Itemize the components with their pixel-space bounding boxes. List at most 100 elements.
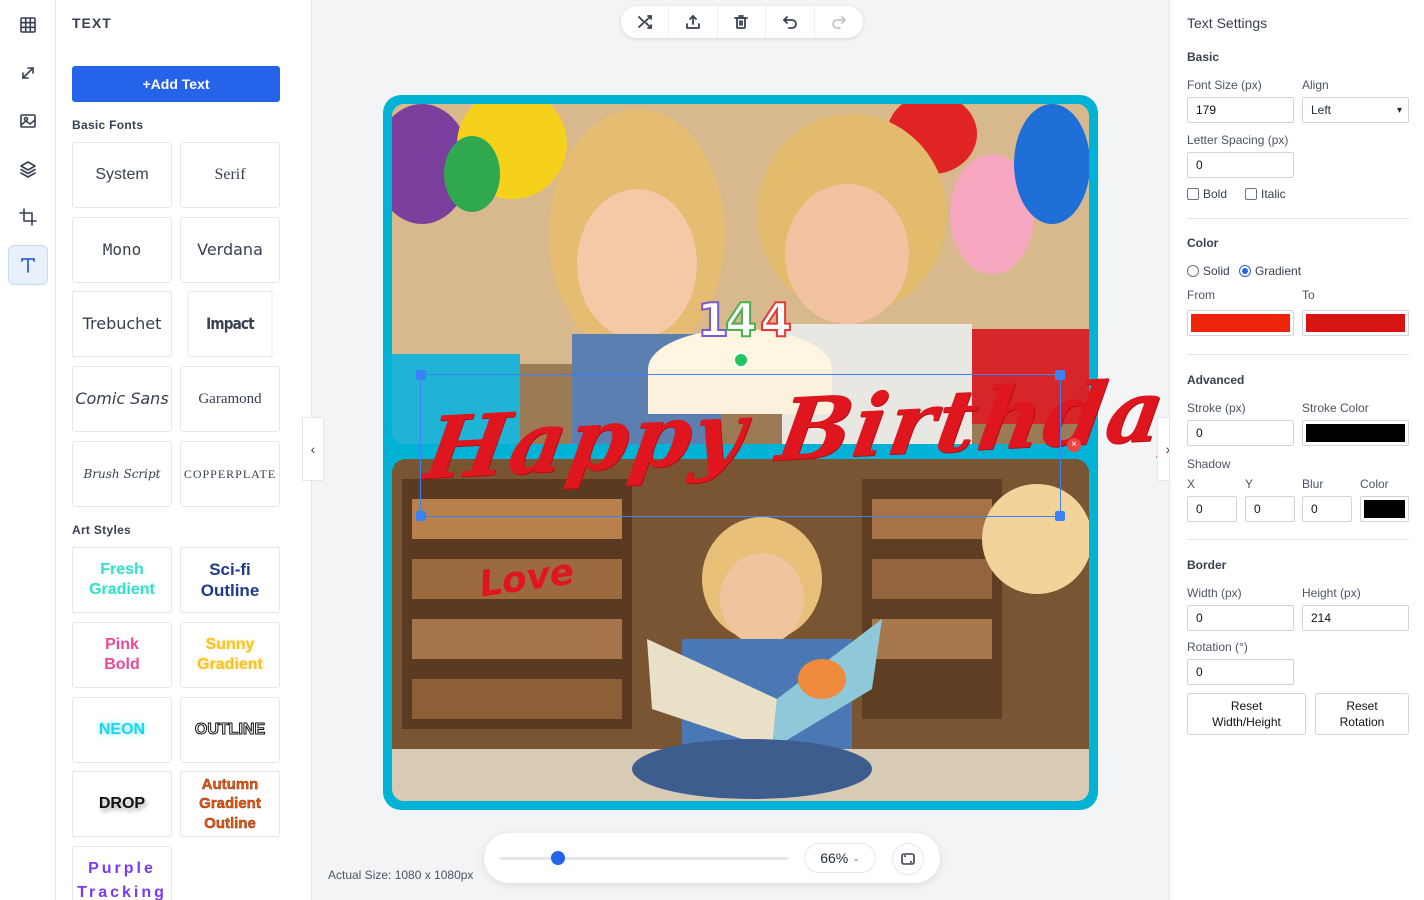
layers-icon[interactable] bbox=[8, 149, 48, 189]
stroke-color-label: Stroke Color bbox=[1302, 401, 1369, 415]
font-tile-trebuchet[interactable]: Trebuchet bbox=[72, 291, 172, 357]
to-label: To bbox=[1302, 288, 1315, 302]
redo-icon[interactable] bbox=[815, 6, 863, 38]
art-style-fresh-gradient[interactable]: Fresh Gradient bbox=[72, 547, 172, 613]
height-label: Height (px) bbox=[1302, 586, 1361, 600]
resize-handle-top-right[interactable] bbox=[1055, 370, 1065, 380]
resize-handle-bottom-left[interactable] bbox=[416, 511, 426, 521]
export-icon[interactable] bbox=[669, 6, 718, 38]
art-style-drop[interactable]: DROP bbox=[72, 771, 172, 837]
add-text-button[interactable]: +Add Text bbox=[72, 66, 280, 102]
collapse-left-panel-button[interactable]: ‹ bbox=[302, 417, 324, 481]
delete-layer-icon[interactable]: × bbox=[1067, 438, 1081, 452]
text-panel: TEXT +Add Text Basic Fonts System Serif … bbox=[56, 0, 312, 900]
panel-title: TEXT bbox=[72, 15, 112, 31]
advanced-section-label: Advanced bbox=[1187, 373, 1245, 387]
actual-size-label: Actual Size: 1080 x 1080px bbox=[328, 868, 474, 882]
gradient-to-color[interactable] bbox=[1302, 310, 1409, 336]
shadow-blur-input[interactable] bbox=[1302, 496, 1352, 522]
from-label: From bbox=[1187, 288, 1215, 302]
align-label: Align bbox=[1302, 78, 1329, 92]
rotation-input[interactable] bbox=[1187, 659, 1294, 685]
divider bbox=[1187, 218, 1409, 219]
font-tile-mono[interactable]: Mono bbox=[72, 217, 172, 283]
resize-handle-top-left[interactable] bbox=[416, 370, 426, 380]
svg-text:4: 4 bbox=[760, 293, 792, 347]
art-style-outline[interactable]: OUTLINE bbox=[180, 697, 280, 763]
divider bbox=[1187, 539, 1409, 540]
chevron-left-icon: ‹ bbox=[310, 441, 316, 457]
align-select[interactable]: Left ▾ bbox=[1302, 97, 1409, 123]
shadow-y-input[interactable] bbox=[1245, 496, 1295, 522]
shadow-blur-label: Blur bbox=[1302, 477, 1324, 491]
bold-label: Bold bbox=[1203, 187, 1228, 201]
letter-spacing-label: Letter Spacing (px) bbox=[1187, 133, 1289, 147]
gradient-radio[interactable]: Gradient bbox=[1239, 264, 1301, 278]
width-input[interactable] bbox=[1187, 605, 1294, 631]
italic-label: Italic bbox=[1261, 187, 1286, 201]
width-label: Width (px) bbox=[1187, 586, 1242, 600]
font-tile-verdana[interactable]: Verdana bbox=[180, 217, 280, 283]
shuffle-icon[interactable] bbox=[621, 6, 670, 38]
zoom-slider[interactable] bbox=[500, 851, 788, 865]
selection-box[interactable] bbox=[416, 370, 1065, 521]
trash-icon[interactable] bbox=[718, 6, 767, 38]
svg-text:4: 4 bbox=[725, 293, 757, 347]
rotate-handle-icon[interactable] bbox=[733, 352, 749, 368]
divider bbox=[1187, 354, 1409, 355]
height-input[interactable] bbox=[1302, 605, 1409, 631]
font-tile-copperplate[interactable]: COPPERPLATE bbox=[180, 441, 280, 507]
bold-checkbox[interactable]: Bold bbox=[1187, 187, 1227, 201]
font-tile-system[interactable]: System bbox=[72, 142, 172, 208]
font-tile-serif[interactable]: Serif bbox=[180, 142, 280, 208]
letter-spacing-input[interactable] bbox=[1187, 152, 1294, 178]
image-icon[interactable] bbox=[8, 101, 48, 141]
align-value: Left bbox=[1311, 103, 1332, 117]
font-tile-brush-script[interactable]: Brush Script bbox=[72, 441, 172, 507]
crop-icon[interactable] bbox=[8, 197, 48, 237]
font-tile-comic-sans[interactable]: Comic Sans bbox=[72, 366, 172, 432]
zoom-bar: 66% ⌄ bbox=[484, 833, 940, 883]
canvas-toolbar bbox=[621, 6, 863, 38]
shadow-y-label: Y bbox=[1245, 477, 1254, 491]
stroke-color-picker[interactable] bbox=[1302, 420, 1409, 446]
tool-rail bbox=[0, 0, 56, 900]
shadow-color-picker[interactable] bbox=[1360, 496, 1409, 522]
art-style-sci-fi-outline[interactable]: Sci-fi Outline bbox=[180, 547, 280, 613]
font-size-label: Font Size (px) bbox=[1187, 78, 1262, 92]
undo-icon[interactable] bbox=[766, 6, 815, 38]
resize-icon[interactable] bbox=[8, 53, 48, 93]
zoom-value: 66% bbox=[820, 850, 849, 866]
art-style-sunny-gradient[interactable]: Sunny Gradient bbox=[180, 622, 280, 688]
art-style-purple-tracking[interactable]: Purple Tracking bbox=[72, 846, 172, 900]
text-icon[interactable] bbox=[8, 245, 48, 285]
chevron-down-icon: ▾ bbox=[1396, 104, 1402, 116]
font-tile-impact[interactable]: Impact bbox=[187, 291, 273, 357]
art-styles-label: Art Styles bbox=[72, 523, 132, 537]
gradient-label: Gradient bbox=[1255, 264, 1302, 278]
rotation-label: Rotation (°) bbox=[1187, 640, 1248, 654]
art-style-autumn-gradient-outline[interactable]: Autumn Gradient Outline bbox=[180, 771, 280, 837]
basic-section-label: Basic bbox=[1187, 50, 1220, 64]
text-settings-title: Text Settings bbox=[1187, 15, 1268, 31]
italic-checkbox[interactable]: Italic bbox=[1245, 187, 1286, 201]
fit-to-screen-button[interactable] bbox=[892, 843, 924, 875]
solid-radio[interactable]: Solid bbox=[1187, 264, 1230, 278]
shadow-color-label: Color bbox=[1360, 477, 1389, 491]
stroke-label: Stroke (px) bbox=[1187, 401, 1246, 415]
grid-icon[interactable] bbox=[8, 5, 48, 45]
resize-handle-bottom-right[interactable] bbox=[1055, 511, 1065, 521]
font-tile-garamond[interactable]: Garamond bbox=[180, 366, 280, 432]
reset-width-height-button[interactable]: Reset Width/Height bbox=[1187, 693, 1306, 735]
zoom-slider-thumb[interactable] bbox=[550, 851, 565, 865]
font-size-input[interactable] bbox=[1187, 97, 1294, 123]
art-style-neon[interactable]: NEON bbox=[72, 697, 172, 763]
reset-rotation-button[interactable]: Reset Rotation bbox=[1315, 693, 1409, 735]
shadow-x-input[interactable] bbox=[1187, 496, 1237, 522]
shadow-x-label: X bbox=[1187, 477, 1196, 491]
fit-screen-icon bbox=[901, 853, 915, 865]
art-style-pink-bold[interactable]: Pink Bold bbox=[72, 622, 172, 688]
gradient-from-color[interactable] bbox=[1187, 310, 1294, 336]
zoom-select[interactable]: 66% ⌄ bbox=[804, 843, 876, 873]
stroke-input[interactable] bbox=[1187, 420, 1294, 446]
